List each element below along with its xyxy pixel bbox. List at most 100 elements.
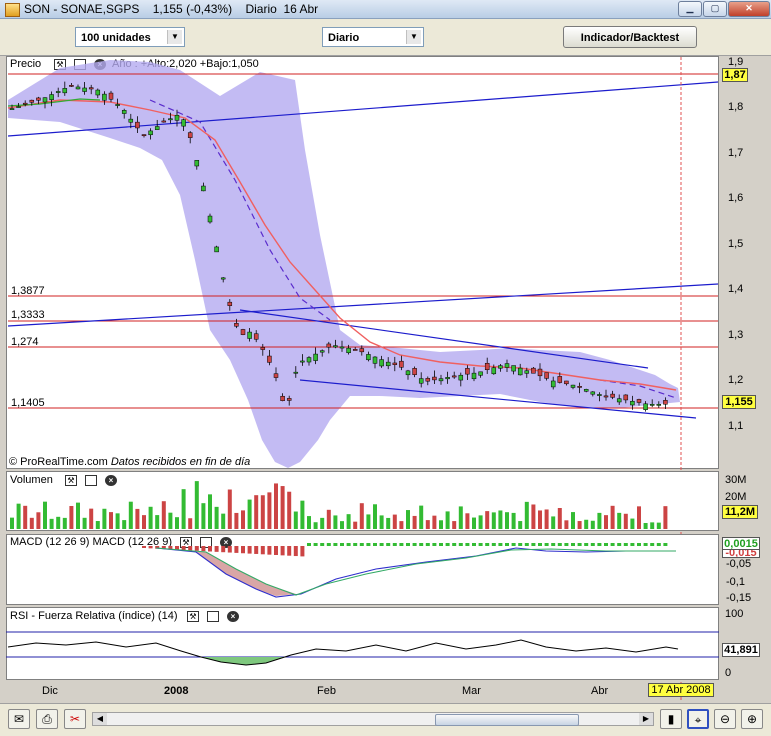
macd-histogram-bar [617,543,622,546]
macd-histogram-bar [366,543,371,546]
volume-bar [577,521,582,529]
macd-histogram-bar [531,543,536,546]
volume-bar [604,515,608,529]
macd-histogram-bar [247,546,252,554]
print-icon[interactable]: ⎙ [36,709,58,729]
volume-bar [247,499,252,529]
volume-bar [656,522,661,529]
volume-bar [214,506,219,529]
volume-bar [333,515,338,529]
disconnect-icon[interactable]: ✂ [64,709,86,729]
candle-body [623,394,629,401]
candle-body [293,371,299,374]
candle-body [135,121,140,129]
macd-histogram-bar [544,543,549,546]
price-tick: 1,1 [728,420,744,432]
macd-histogram-bar [320,543,325,546]
volume-bar [366,514,371,529]
macd-histogram-bar [425,543,430,546]
volume-bar [445,511,450,529]
macd-histogram-bar [571,543,575,546]
candle-body [366,354,371,361]
mail-icon[interactable]: ✉ [8,709,30,729]
candle-body [630,400,635,406]
macd-histogram-bar [472,543,476,546]
macd-histogram-bar [511,543,516,546]
candle-body [590,391,596,395]
volume-bar [300,500,305,529]
zoom-fit-icon[interactable]: ⌖ [687,709,709,729]
candle-body [583,389,589,392]
candle-body [319,350,325,353]
volume-bar [399,521,404,529]
scrollbar-thumb[interactable] [435,714,579,726]
volume-bar [557,508,562,529]
macd-histogram-bar [307,543,311,546]
trendline-middle-long [7,283,719,327]
scroll-left-arrow-icon[interactable]: ◀ [93,713,107,725]
macd-histogram-bar [181,546,186,551]
macd-histogram-bar [373,543,377,546]
volume-bar [412,515,417,529]
candle-body [267,355,272,363]
macd-histogram-bar [623,543,628,546]
volume-bar [465,513,470,529]
zoom-out-icon[interactable]: ⊖ [714,709,736,729]
volume-bar [452,521,457,529]
macd-histogram-bar [194,546,199,551]
price-tick: 1,8 [728,101,744,113]
scroll-right-arrow-icon[interactable]: ▶ [639,713,653,725]
volume-bar [425,520,430,529]
macd-histogram-bar [597,543,602,546]
candle-body [517,367,523,376]
candle-body [656,404,662,406]
candle-body [372,356,378,364]
volume-bar [511,512,516,529]
horizontal-scrollbar[interactable]: ◀ ▶ [92,712,654,726]
volume-bar [584,519,589,529]
candle-body [557,376,563,383]
zoom-in-icon[interactable]: ⊕ [741,709,763,729]
candle-body [102,93,107,101]
volume-bar [472,517,476,529]
xaxis-label: Feb [317,685,336,697]
volume-bar [386,517,391,529]
volume-bar [439,520,443,529]
candle-body [286,398,292,401]
candle-body [550,380,556,388]
candle-body [524,370,530,374]
candle-body [418,378,424,384]
volume-bar [36,512,41,529]
volume-bar [181,489,186,529]
candle-body [42,97,48,103]
candle-body [29,99,35,103]
macd-histogram-bar [148,546,153,549]
volume-bar [148,506,153,529]
last-price-badge: 1,155 [722,395,756,409]
xaxis-label: Dic [42,685,58,697]
price-tick: 1,6 [728,192,744,204]
macd-histogram-bar [260,546,265,555]
candle-body [260,347,266,350]
macd-histogram-bar [445,543,450,546]
macd-histogram-bar [643,543,648,546]
volume-bar [293,511,298,529]
macd-tick: -0,15 [726,592,752,604]
macd-histogram-bar [254,546,259,554]
candle-body [168,118,173,121]
candle-body [174,114,180,121]
bar-chart-icon[interactable]: ▮ [660,709,682,729]
macd-histogram-bar [353,543,358,546]
candle-body [207,215,213,223]
volume-bar [505,512,509,529]
volume-bar [135,508,140,529]
macd-histogram-bar [452,543,457,546]
xaxis-label: Abr [591,685,609,697]
candle-body [597,394,602,396]
candle-body [511,365,516,372]
candle-body [148,130,153,136]
volume-bar [194,481,199,529]
price-panel-footer: © ProRealTime.com Datos recibidos en fin… [9,456,250,468]
candle-body [603,395,609,398]
macd-chart [142,543,676,598]
